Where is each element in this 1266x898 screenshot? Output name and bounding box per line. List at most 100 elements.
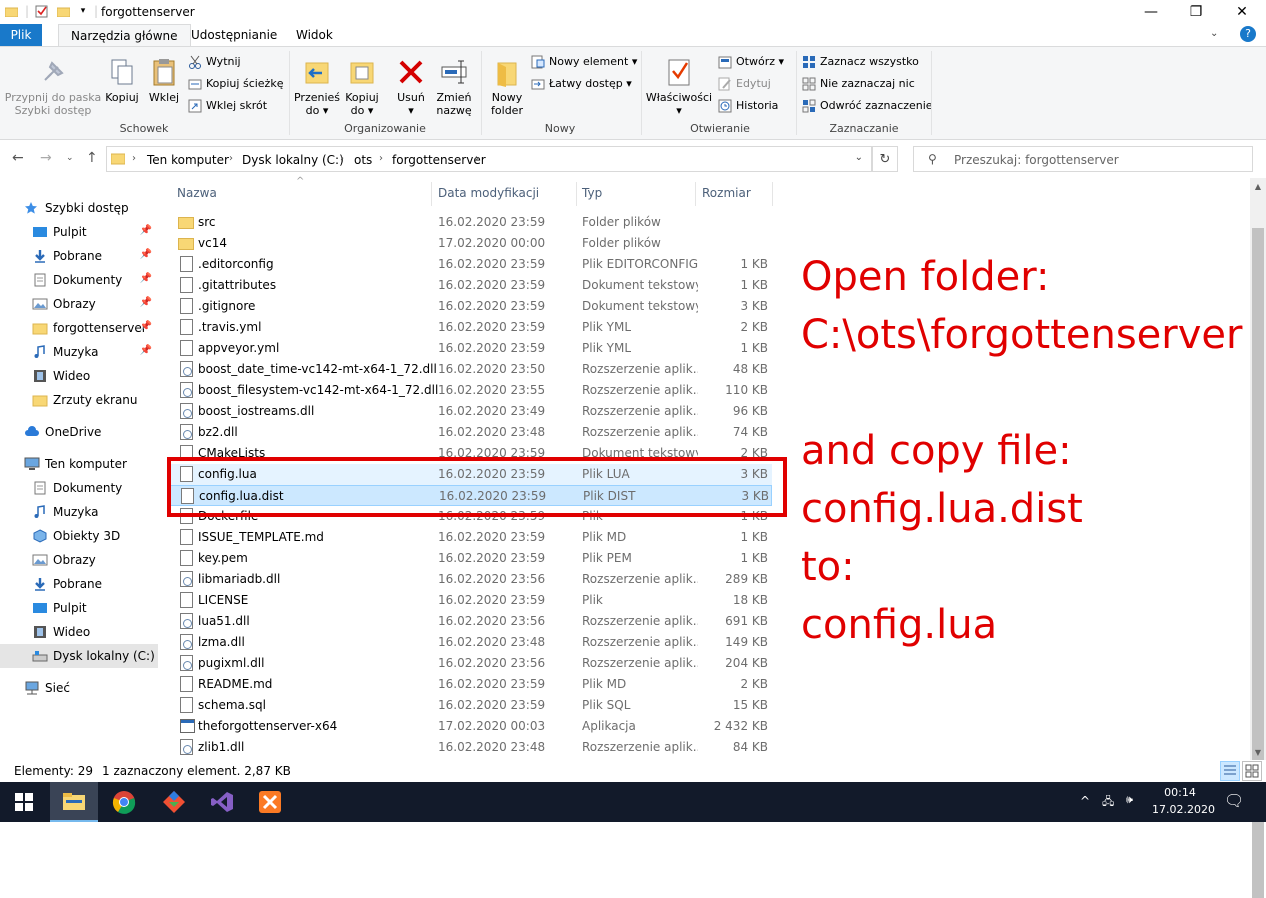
address-bar[interactable]: › Ten komputer › Dysk lokalny (C:) › ots…: [106, 146, 872, 172]
pin-icon[interactable]: 📌: [140, 345, 152, 356]
new-item-button[interactable]: Nowy element ▾: [531, 53, 637, 71]
file-row[interactable]: zlib1.dll 16.02.2020 23:48 Rozszerzenie ap…: [170, 737, 772, 758]
file-row[interactable]: lzma.dll 16.02.2020 23:48 Rozszerzenie apl…: [170, 632, 772, 653]
column-divider[interactable]: [576, 182, 577, 206]
expand-ribbon-icon[interactable]: ⌄: [1210, 28, 1218, 39]
file-row[interactable]: README.md 16.02.2020 23:59 Plik MD 2 KB: [170, 674, 772, 695]
select-none-button[interactable]: Nie zaznaczaj nic: [802, 75, 915, 93]
breadcrumb-item[interactable]: forgottenserver: [392, 153, 486, 167]
git-taskbar-button[interactable]: [150, 782, 198, 822]
tab-view[interactable]: Widok: [284, 24, 345, 46]
refresh-button[interactable]: ↻: [872, 146, 898, 172]
new-folder-button[interactable]: Nowy folder: [485, 57, 529, 117]
file-row[interactable]: .editorconfig 16.02.2020 23:59 Plik EDITOR…: [170, 254, 772, 275]
sidebar-item[interactable]: Muzyka 📌: [0, 340, 158, 364]
details-view-button[interactable]: [1220, 761, 1240, 781]
address-dropdown-icon[interactable]: ⌄: [855, 152, 863, 163]
file-row[interactable]: .gitignore 16.02.2020 23:59 Dokument tekst…: [170, 296, 772, 317]
sidebar-item[interactable]: Zrzuty ekranu: [0, 388, 158, 412]
cut-button[interactable]: Wytnij: [188, 53, 241, 71]
recent-locations-icon[interactable]: ⌄: [66, 153, 74, 163]
minimize-button[interactable]: —: [1128, 0, 1174, 24]
file-explorer-taskbar-button[interactable]: [50, 782, 98, 822]
start-button[interactable]: [0, 782, 48, 822]
paste-shortcut-button[interactable]: Wklej skrót: [188, 97, 267, 115]
open-button[interactable]: Otwórz ▾: [718, 53, 784, 71]
copy-path-button[interactable]: Kopiuj ścieżkę: [188, 75, 283, 93]
sidebar-item[interactable]: Muzyka: [0, 500, 158, 524]
breadcrumb-item[interactable]: ots: [354, 153, 372, 167]
clock-time[interactable]: 00:14: [1152, 786, 1208, 799]
sidebar-item[interactable]: Dokumenty 📌: [0, 268, 158, 292]
help-icon[interactable]: ?: [1240, 26, 1256, 42]
column-header-date[interactable]: Data modyfikacji: [438, 186, 539, 200]
tab-home[interactable]: Narzędzia główne: [58, 24, 191, 47]
delete-button[interactable]: Usuń ▾: [390, 57, 432, 117]
sidebar-item[interactable]: Pulpit 📌: [0, 220, 158, 244]
up-arrow-icon[interactable]: ↑: [86, 150, 98, 166]
notifications-icon[interactable]: 🗨: [1224, 791, 1244, 810]
easy-access-button[interactable]: Łatwy dostęp ▾: [531, 75, 632, 93]
file-row[interactable]: boost_iostreams.dll 16.02.2020 23:49 Rozsz…: [170, 401, 772, 422]
vertical-scrollbar[interactable]: ▲ ▼: [1250, 178, 1266, 898]
file-row[interactable]: appveyor.yml 16.02.2020 23:59 Plik YML 1 KB: [170, 338, 772, 359]
sidebar-item[interactable]: Pulpit: [0, 596, 158, 620]
file-row[interactable]: .gitattributes 16.02.2020 23:59 Dokument t…: [170, 275, 772, 296]
new-folder-quick-icon[interactable]: [56, 4, 70, 18]
column-header-size[interactable]: Rozmiar: [702, 186, 751, 200]
breadcrumb-item[interactable]: Ten komputer: [147, 153, 229, 167]
file-row[interactable]: .travis.yml 16.02.2020 23:59 Plik YML 2 KB: [170, 317, 772, 338]
invert-selection-button[interactable]: Odwróć zaznaczenie: [802, 97, 933, 115]
file-row[interactable]: pugixml.dll 16.02.2020 23:56 Rozszerzenie …: [170, 653, 772, 674]
select-all-button[interactable]: Zaznacz wszystko: [802, 53, 919, 71]
properties-button[interactable]: Właściwości ▾: [645, 57, 713, 117]
column-divider[interactable]: [772, 182, 773, 206]
tab-share[interactable]: Udostępnianie: [179, 24, 289, 46]
file-row[interactable]: vc14 17.02.2020 00:00 Folder plików: [170, 233, 772, 254]
pin-icon[interactable]: 📌: [140, 297, 152, 308]
copy-to-button[interactable]: Kopiuj do ▾: [341, 57, 383, 117]
sidebar-item[interactable]: Obrazy: [0, 548, 158, 572]
customize-toolbar-icon[interactable]: ▾: [76, 4, 90, 18]
sidebar-item[interactable]: Sieć: [0, 676, 158, 700]
scroll-up-icon[interactable]: ▲: [1250, 178, 1266, 194]
forward-arrow-icon[interactable]: →: [40, 150, 52, 166]
sidebar-item[interactable]: Pobrane 📌: [0, 244, 158, 268]
sidebar-item[interactable]: Ten komputer: [0, 452, 158, 476]
sidebar-item[interactable]: Obiekty 3D: [0, 524, 158, 548]
sidebar-item[interactable]: OneDrive: [0, 420, 158, 444]
pin-icon[interactable]: 📌: [140, 249, 152, 260]
volume-icon[interactable]: 🕪: [1126, 793, 1133, 807]
pin-icon[interactable]: 📌: [140, 225, 152, 236]
file-row[interactable]: theforgottenserver-x64 17.02.2020 00:03 Ap…: [170, 716, 772, 737]
history-button[interactable]: Historia: [718, 97, 778, 115]
breadcrumb-item[interactable]: Dysk lokalny (C:): [242, 153, 344, 167]
large-icons-view-button[interactable]: [1242, 761, 1262, 781]
file-row[interactable]: bz2.dll 16.02.2020 23:48 Rozszerzenie apli…: [170, 422, 772, 443]
column-header-name[interactable]: Nazwa: [177, 186, 217, 200]
sidebar-item[interactable]: Obrazy 📌: [0, 292, 158, 316]
tab-file[interactable]: Plik: [0, 24, 42, 46]
column-divider[interactable]: [431, 182, 432, 206]
file-row[interactable]: LICENSE 16.02.2020 23:59 Plik 18 KB: [170, 590, 772, 611]
network-tray-icon[interactable]: 🖧: [1102, 793, 1114, 812]
sidebar-item[interactable]: Dysk lokalny (C:): [0, 644, 158, 668]
sidebar-item[interactable]: Pobrane: [0, 572, 158, 596]
scroll-down-icon[interactable]: ▼: [1250, 744, 1266, 760]
file-row[interactable]: boost_filesystem-vc142-mt-x64-1_72.dll 16…: [170, 380, 772, 401]
visual-studio-taskbar-button[interactable]: [198, 782, 246, 822]
maximize-button[interactable]: ❐: [1173, 0, 1219, 24]
file-row[interactable]: schema.sql 16.02.2020 23:59 Plik SQL 15 KB: [170, 695, 772, 716]
back-arrow-icon[interactable]: ←: [12, 150, 24, 166]
clock-date[interactable]: 17.02.2020: [1152, 803, 1215, 816]
edit-button[interactable]: Edytuj: [718, 75, 771, 93]
file-row[interactable]: libmariadb.dll 16.02.2020 23:56 Rozszerzen…: [170, 569, 772, 590]
file-row[interactable]: key.pem 16.02.2020 23:59 Plik PEM 1 KB: [170, 548, 772, 569]
search-input[interactable]: ⚲ Przeszukaj: forgottenserver: [913, 146, 1253, 172]
rename-button[interactable]: Zmień nazwę: [432, 57, 476, 117]
move-to-button[interactable]: Przenieś do ▾: [293, 57, 341, 117]
pin-quick-access-button[interactable]: Przypnij do paska Szybki dostęp: [4, 57, 102, 117]
file-row[interactable]: lua51.dll 16.02.2020 23:56 Rozszerzenie ap…: [170, 611, 772, 632]
copy-button[interactable]: Kopiuj: [102, 57, 142, 104]
show-hidden-icons-icon[interactable]: ^: [1080, 794, 1090, 808]
